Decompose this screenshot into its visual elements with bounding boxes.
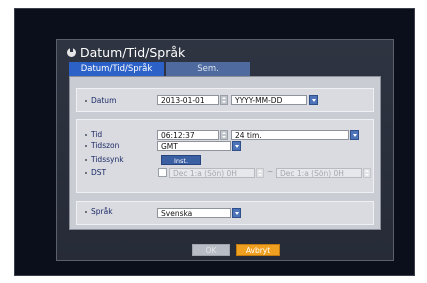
date-spinner[interactable] <box>220 95 228 105</box>
date-section: Datum 2013-01-01 YYYY-MM-DD <box>76 88 374 112</box>
date-field[interactable]: 2013-01-01 <box>157 95 219 105</box>
timesync-setup-button[interactable]: Inst. <box>161 155 201 165</box>
language-section: Språk Svenska <box>76 201 374 225</box>
dst-range-separator: ~ <box>267 167 274 176</box>
tab-holiday[interactable]: Sem. <box>166 62 250 76</box>
dst-end-field[interactable]: Dec 1:a (Sön) 0H <box>276 168 362 178</box>
date-format-dropdown-arrow[interactable] <box>309 95 318 105</box>
language-label: Språk <box>85 207 113 216</box>
dst-checkbox[interactable] <box>158 168 167 177</box>
dst-start-spinner[interactable] <box>256 168 264 178</box>
timezone-select[interactable]: GMT <box>157 141 231 151</box>
language-dropdown-arrow[interactable] <box>232 208 241 218</box>
dialog-title-text: Datum/Tid/Språk <box>80 45 186 60</box>
timesync-label: Tidssynk <box>85 155 124 164</box>
tab-bar: Datum/Tid/Språk Sem. <box>69 62 250 76</box>
time-format-dropdown-arrow[interactable] <box>350 130 359 140</box>
time-field[interactable]: 06:12:37 <box>157 130 219 140</box>
power-icon <box>67 47 76 57</box>
language-select[interactable]: Svenska <box>157 208 231 218</box>
ok-button[interactable]: OK <box>192 244 230 256</box>
time-format-select[interactable]: 24 tim. <box>231 130 349 140</box>
date-label: Datum <box>84 96 117 105</box>
screen-frame: Datum/Tid/Språk Datum/Tid/Språk Sem. Dat… <box>14 8 415 276</box>
time-label: Tid <box>84 130 103 139</box>
tab-datetime-language[interactable]: Datum/Tid/Språk <box>69 62 164 76</box>
dialog-title: Datum/Tid/Språk <box>67 45 185 60</box>
cancel-button[interactable]: Avbryt <box>236 244 280 256</box>
timezone-dropdown-arrow[interactable] <box>232 141 241 151</box>
settings-panel: Datum 2013-01-01 YYYY-MM-DD Tid 06:12:37… <box>69 76 381 230</box>
date-format-select[interactable]: YYYY-MM-DD <box>231 95 307 105</box>
time-spinner[interactable] <box>220 130 228 140</box>
dst-label: DST <box>84 168 107 177</box>
dst-start-field[interactable]: Dec 1:a (Sön) 0H <box>169 168 255 178</box>
timezone-label: Tidszon <box>84 141 120 150</box>
time-section: Tid 06:12:37 24 tim. Tidszon GMT Tidssyn… <box>76 119 374 193</box>
datetime-language-dialog: Datum/Tid/Språk Datum/Tid/Språk Sem. Dat… <box>56 39 394 261</box>
dst-end-spinner[interactable] <box>363 168 371 178</box>
